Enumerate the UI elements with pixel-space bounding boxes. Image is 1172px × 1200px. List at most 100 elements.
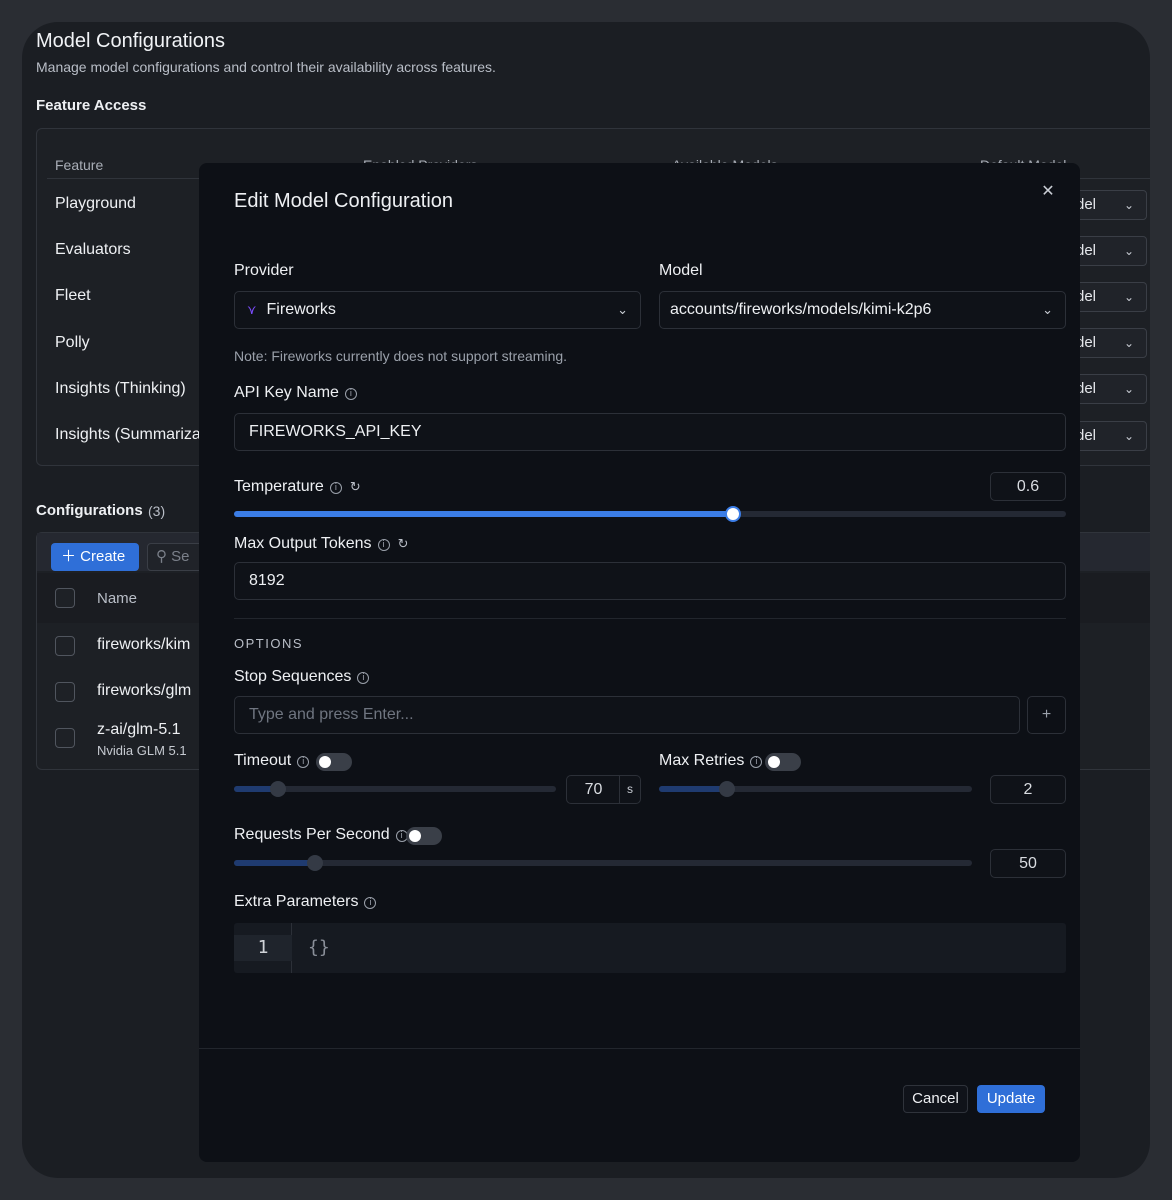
rps-label: Requests Per Second i — [234, 826, 408, 844]
feature-row-evaluators: Evaluators — [55, 241, 131, 258]
rps-input[interactable]: 50 — [990, 849, 1066, 878]
model-select[interactable]: accounts/fireworks/models/kimi-k2p6 ⌄ — [659, 291, 1066, 329]
feature-access-title: Feature Access — [36, 97, 147, 114]
reset-icon[interactable]: ↻ — [350, 480, 361, 495]
extra-params-editor[interactable]: 1 {} — [234, 923, 1066, 973]
provider-label: Provider — [234, 262, 294, 279]
temperature-slider-fill — [234, 511, 733, 517]
row-checkbox[interactable] — [55, 636, 75, 656]
provider-select[interactable]: ⋎ Fireworks ⌄ — [234, 291, 641, 329]
config-name[interactable]: fireworks/glm — [97, 682, 191, 700]
configurations-title: Configurations — [36, 502, 143, 519]
api-key-label: API Key Name i — [234, 384, 357, 402]
stop-sequences-input[interactable]: Type and press Enter... — [234, 696, 1020, 734]
rps-slider-fill — [234, 860, 316, 866]
model-label: Model — [659, 262, 703, 279]
footer-divider — [199, 1048, 1080, 1049]
max-tokens-input[interactable]: 8192 — [234, 562, 1066, 600]
temperature-slider[interactable] — [234, 506, 1066, 522]
timeout-label: Timeout i — [234, 752, 310, 770]
max-retries-label-text: Max Retries — [659, 752, 745, 769]
extra-params-label-text: Extra Parameters — [234, 893, 359, 910]
feature-row-insights-summarize: Insights (Summariza — [55, 426, 201, 443]
temperature-label: Temperature i ↻ — [234, 478, 361, 496]
row-checkbox[interactable] — [55, 728, 75, 748]
dialog-title: Edit Model Configuration — [234, 190, 454, 212]
search-input[interactable]: ⚲ Se — [147, 543, 207, 571]
chevron-down-icon: ⌄ — [1123, 290, 1134, 304]
timeout-input[interactable]: 70 — [566, 775, 620, 804]
row-checkbox[interactable] — [55, 682, 75, 702]
chevron-down-icon: ⌄ — [1123, 382, 1134, 396]
close-icon[interactable]: ✕ — [1039, 183, 1057, 201]
config-name[interactable]: fireworks/kim — [97, 636, 190, 654]
edit-model-dialog: Edit Model Configuration ✕ Provider ⋎ Fir… — [199, 163, 1080, 1162]
editor-gutter: 1 — [234, 923, 292, 973]
api-key-input[interactable]: FIREWORKS_API_KEY — [234, 413, 1066, 451]
max-tokens-label: Max Output Tokens i ↻ — [234, 535, 408, 553]
feature-row-insights-thinking: Insights (Thinking) — [55, 380, 186, 397]
fireworks-logo-icon: ⋎ — [247, 302, 257, 317]
col-feature: Feature — [55, 157, 104, 173]
chevron-down-icon: ⌄ — [1042, 302, 1053, 317]
search-placeholder: Se — [171, 548, 190, 565]
add-stop-sequence-button[interactable]: + — [1027, 696, 1066, 734]
timeout-toggle[interactable] — [316, 753, 352, 771]
info-icon[interactable]: i — [377, 539, 390, 551]
max-retries-toggle[interactable] — [765, 753, 801, 771]
info-icon[interactable]: i — [329, 482, 342, 494]
temperature-input[interactable]: 0.6 — [990, 472, 1066, 501]
timeout-label-text: Timeout — [234, 752, 292, 769]
configurations-count: (3) — [148, 503, 166, 519]
rps-slider-thumb[interactable] — [307, 855, 323, 871]
rps-slider[interactable] — [234, 855, 972, 871]
page-title: Model Configurations — [36, 30, 225, 52]
info-icon[interactable]: i — [357, 672, 370, 684]
timeout-slider-thumb[interactable] — [270, 781, 286, 797]
reset-icon[interactable]: ↻ — [398, 537, 409, 552]
chevron-down-icon: ⌄ — [1123, 429, 1134, 443]
stop-sequences-label: Stop Sequences i — [234, 668, 370, 686]
model-value: accounts/fireworks/models/kimi-k2p6 — [670, 301, 932, 318]
section-divider — [234, 618, 1066, 619]
search-icon: ⚲ — [156, 548, 172, 565]
options-heading: OPTIONS — [234, 636, 304, 651]
rps-toggle[interactable] — [406, 827, 442, 845]
line-number: 1 — [234, 935, 292, 961]
create-label: Create — [80, 548, 126, 565]
config-name[interactable]: z-ai/glm-5.1 — [97, 721, 181, 739]
config-subtitle: Nvidia GLM 5.1 — [97, 743, 187, 758]
max-retries-input[interactable]: 2 — [990, 775, 1066, 804]
extra-params-label: Extra Parameters i — [234, 893, 377, 911]
chevron-down-icon: ⌄ — [1123, 198, 1134, 212]
editor-code[interactable]: {} — [308, 935, 330, 961]
cancel-button[interactable]: Cancel — [903, 1085, 968, 1113]
stop-sequences-label-text: Stop Sequences — [234, 668, 352, 685]
col-name: Name — [97, 590, 138, 607]
chevron-down-icon: ⌄ — [1123, 244, 1134, 258]
rps-label-text: Requests Per Second — [234, 826, 390, 843]
api-key-label-text: API Key Name — [234, 384, 339, 401]
page-subtitle: Manage model configurations and control … — [36, 59, 496, 75]
streaming-note: Note: Fireworks currently does not suppo… — [234, 348, 568, 364]
provider-value: Fireworks — [266, 301, 336, 318]
temperature-slider-thumb[interactable] — [725, 506, 741, 522]
info-icon[interactable]: i — [750, 756, 763, 768]
feature-row-playground: Playground — [55, 195, 136, 212]
max-retries-label: Max Retries i — [659, 752, 763, 770]
select-all-checkbox[interactable] — [55, 588, 75, 608]
info-icon[interactable]: i — [344, 388, 357, 400]
info-icon[interactable]: i — [364, 897, 377, 909]
feature-row-fleet: Fleet — [55, 287, 91, 304]
max-retries-slider-thumb[interactable] — [719, 781, 735, 797]
chevron-down-icon: ⌄ — [617, 302, 628, 317]
feature-row-polly: Polly — [55, 334, 90, 351]
max-retries-slider[interactable] — [659, 781, 972, 797]
timeout-unit: s — [619, 775, 641, 804]
info-icon[interactable]: i — [297, 756, 310, 768]
temperature-label-text: Temperature — [234, 478, 324, 495]
update-button[interactable]: Update — [977, 1085, 1045, 1113]
timeout-slider[interactable] — [234, 781, 556, 797]
max-tokens-value: 8192 — [249, 572, 285, 589]
create-button[interactable]: ＋ Create — [51, 543, 139, 571]
